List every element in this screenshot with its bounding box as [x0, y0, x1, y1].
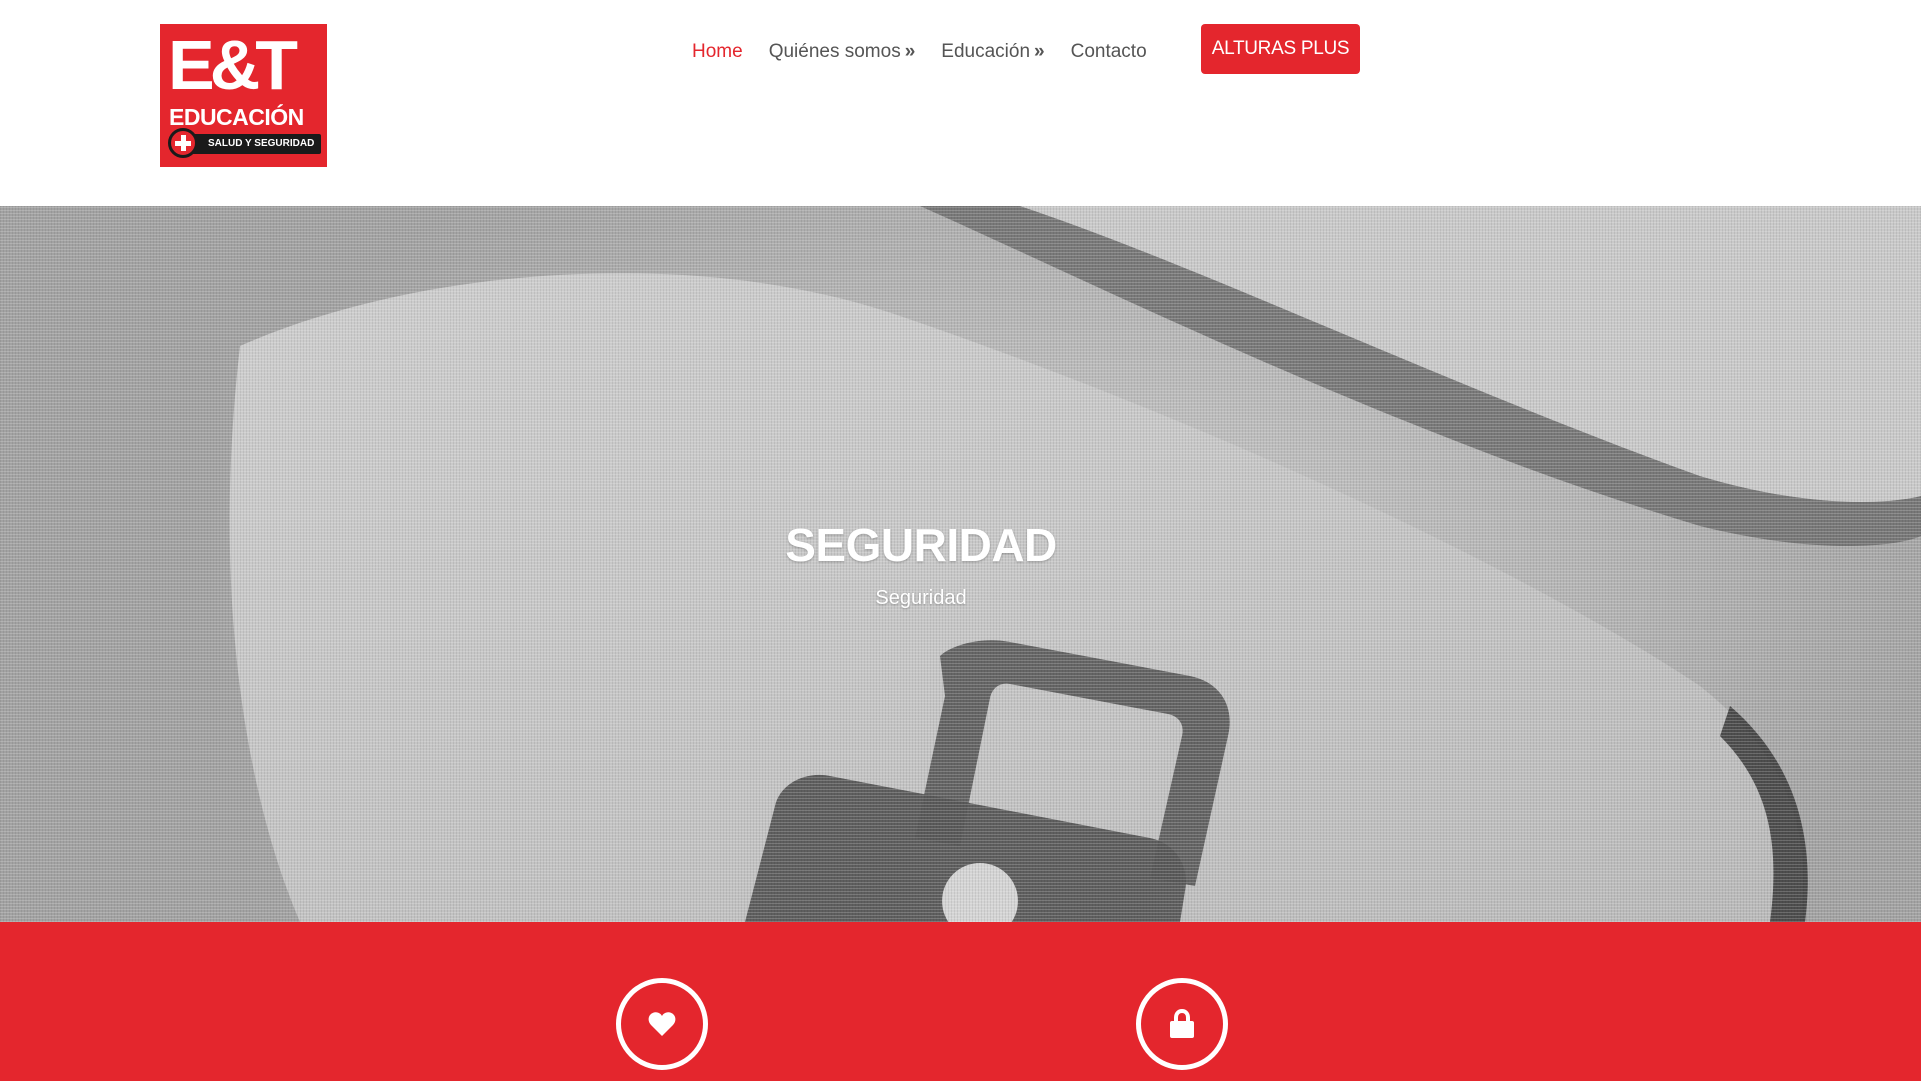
features-section: [0, 922, 1921, 1081]
nav-item-educacion[interactable]: Educación»: [941, 41, 1044, 63]
hero-banner: SEGURIDAD Seguridad: [0, 206, 1921, 922]
nav-item-label: Quiénes somos: [768, 41, 901, 62]
nav-item-home[interactable]: Home: [692, 41, 743, 63]
logo-tagline: SALUD Y SEGURIDAD: [208, 138, 315, 149]
feature-lock[interactable]: [1136, 978, 1228, 1070]
heart-icon: [648, 1012, 676, 1036]
submenu-arrow-icon: »: [1034, 41, 1045, 62]
hero-title: SEGURIDAD: [785, 519, 1057, 571]
lock-icon: [1170, 1009, 1194, 1038]
nav-item-label: Educación: [941, 41, 1031, 62]
feature-heart[interactable]: [616, 978, 708, 1070]
nav-item-contacto[interactable]: Contacto: [1071, 41, 1147, 63]
nav-item-label: Home: [692, 41, 743, 62]
submenu-arrow-icon: »: [904, 41, 916, 62]
site-logo[interactable]: E&T EDUCACIÓN SALUD Y SEGURIDAD: [160, 24, 327, 167]
nav-item-label: Contacto: [1070, 41, 1147, 62]
logo-tagline-strip: SALUD Y SEGURIDAD: [168, 128, 321, 158]
medical-cross-icon: [168, 128, 198, 158]
main-navigation: Home Quiénes somos» Educación» Contacto: [692, 38, 1173, 66]
alturas-plus-button[interactable]: ALTURAS PLUS: [1201, 24, 1360, 74]
site-header: E&T EDUCACIÓN SALUD Y SEGURIDAD Home Qui…: [0, 0, 1921, 206]
logo-main-text: E&T: [168, 26, 298, 104]
logo-sub-text: EDUCACIÓN: [169, 104, 304, 130]
nav-item-quienes-somos[interactable]: Quiénes somos»: [769, 41, 916, 63]
hero-subtitle: Seguridad: [875, 587, 967, 609]
